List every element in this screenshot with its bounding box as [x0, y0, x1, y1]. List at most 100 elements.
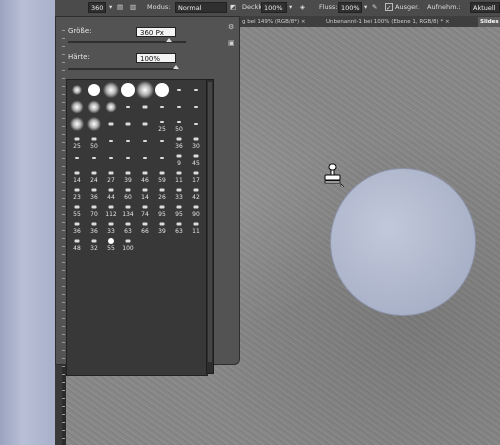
preset-scrollbar-thumb[interactable]: [208, 82, 212, 362]
airbrush-icon[interactable]: ✎: [372, 3, 377, 11]
brush-preset-item[interactable]: 46: [137, 167, 153, 184]
brush-preset-item[interactable]: 11: [171, 167, 187, 184]
hardness-field[interactable]: 100%: [136, 53, 176, 63]
brush-preset-item[interactable]: [103, 133, 119, 149]
brush-size-picker[interactable]: 360: [88, 2, 106, 13]
brush-preset-item[interactable]: [86, 99, 102, 115]
brush-preset-item[interactable]: [188, 116, 204, 132]
aligned-checkbox[interactable]: ✓ Ausger.: [385, 3, 419, 12]
brush-preset-item[interactable]: [120, 150, 136, 166]
brush-preset-item[interactable]: [120, 99, 136, 115]
brush-preset-item[interactable]: 44: [103, 184, 119, 201]
brush-preset-item[interactable]: 42: [188, 184, 204, 201]
brush-preset-item[interactable]: [103, 150, 119, 166]
brush-preset-item[interactable]: [136, 81, 154, 99]
brush-preset-item[interactable]: 50: [86, 133, 102, 150]
brush-preset-item[interactable]: 32: [86, 235, 102, 252]
flow-field[interactable]: 100%: [338, 2, 362, 13]
flow-dropdown-icon[interactable]: ▾: [364, 3, 367, 11]
brush-preset-item[interactable]: 100: [120, 235, 136, 252]
brush-preset-item[interactable]: 90: [188, 201, 204, 218]
brush-preset-item[interactable]: [86, 82, 102, 98]
brush-preset-item[interactable]: 25: [69, 133, 85, 150]
brush-preset-item[interactable]: [120, 133, 136, 149]
brush-preset-item[interactable]: [86, 150, 102, 166]
tablet-pressure-icon[interactable]: ◈: [300, 3, 305, 11]
brush-preset-item[interactable]: 74: [137, 201, 153, 218]
brush-preset-item[interactable]: [69, 99, 85, 115]
brush-preset-item[interactable]: 50: [171, 116, 187, 133]
brush-preset-item[interactable]: 66: [137, 218, 153, 235]
brush-preset-item[interactable]: [69, 116, 85, 132]
brush-preset-item[interactable]: [103, 82, 119, 98]
size-field[interactable]: 360 Px: [136, 27, 176, 37]
new-preset-icon[interactable]: ▣: [228, 39, 235, 47]
brush-preset-item[interactable]: 95: [171, 201, 187, 218]
brush-preset-item[interactable]: 25: [154, 116, 170, 133]
sample-select[interactable]: Aktuell: [470, 2, 500, 13]
brush-preset-item[interactable]: 27: [103, 167, 119, 184]
brush-preset-item[interactable]: [154, 133, 170, 149]
brush-preset-item[interactable]: [154, 150, 170, 166]
brush-preset-item[interactable]: [69, 150, 85, 166]
size-slider-knob[interactable]: [166, 38, 173, 42]
opacity-dropdown-icon[interactable]: ▾: [289, 3, 292, 11]
brush-preset-item[interactable]: [171, 99, 187, 115]
brush-preset-item[interactable]: 14: [69, 167, 85, 184]
brush-preset-item[interactable]: [86, 116, 102, 132]
brush-preset-item[interactable]: 95: [154, 201, 170, 218]
brush-preset-item[interactable]: 39: [154, 218, 170, 235]
brush-preset-item[interactable]: 33: [103, 218, 119, 235]
brush-preset-item[interactable]: [120, 82, 136, 98]
brush-preset-item[interactable]: 23: [69, 184, 85, 201]
brush-preset-item[interactable]: [103, 99, 119, 115]
brush-preset-item[interactable]: 63: [171, 218, 187, 235]
tab-unbenannt-1[interactable]: Unbenannt-1 bei 100% (Ebene 1, RGB/8) * …: [324, 17, 478, 27]
brush-preset-item[interactable]: 14: [137, 184, 153, 201]
brush-preset-item[interactable]: [137, 116, 153, 132]
brush-preset-item[interactable]: [154, 99, 170, 115]
brush-preset-item[interactable]: 134: [120, 201, 136, 218]
mode-select[interactable]: Normal: [175, 2, 227, 13]
brush-preset-list[interactable]: 25 50 25 50 36 30 9 45 14 24 27 39 46 59 11 17 23 36 44 60 1…: [66, 79, 208, 376]
brush-preset-item[interactable]: [120, 116, 136, 132]
brush-panel-toggle-icon[interactable]: ▾: [109, 3, 112, 11]
tool-settings-icon[interactable]: ▥: [130, 3, 136, 11]
brush-preset-item[interactable]: 45: [188, 150, 204, 167]
opacity-field[interactable]: 100%: [261, 2, 287, 13]
brush-preset-item[interactable]: 60: [120, 184, 136, 201]
brush-preset-item[interactable]: 9: [171, 150, 187, 167]
tab-document-1[interactable]: g bei 149% (RGB/8*) ×: [240, 17, 324, 27]
hardness-slider[interactable]: [68, 68, 176, 70]
brush-preset-item[interactable]: [171, 82, 187, 98]
brush-preset-item[interactable]: 112: [103, 201, 119, 218]
brush-preset-item[interactable]: [103, 116, 119, 132]
brush-preset-item[interactable]: 11: [188, 218, 204, 235]
brush-preset-item[interactable]: 33: [171, 184, 187, 201]
brush-preset-item[interactable]: [137, 99, 153, 115]
brush-preset-item[interactable]: [137, 133, 153, 149]
brush-preset-item[interactable]: 30: [188, 133, 204, 150]
brush-preset-item[interactable]: 36: [86, 218, 102, 235]
brush-preset-item[interactable]: 59: [154, 167, 170, 184]
clone-source-icon[interactable]: ▤: [117, 3, 123, 11]
brush-preset-item[interactable]: [188, 82, 204, 98]
brush-preset-item[interactable]: 70: [86, 201, 102, 218]
brush-preset-item[interactable]: 17: [188, 167, 204, 184]
brush-preset-item[interactable]: 36: [69, 218, 85, 235]
brush-preset-item[interactable]: [137, 150, 153, 166]
preset-scrollbar[interactable]: [206, 79, 214, 374]
tab-slides[interactable]: Slides: [478, 17, 500, 27]
opacity-pressure-icon[interactable]: ◩: [230, 3, 236, 11]
brush-preset-item[interactable]: 63: [120, 218, 136, 235]
brush-preset-item[interactable]: 36: [171, 133, 187, 150]
brush-preset-item[interactable]: [69, 82, 85, 98]
brush-preset-item[interactable]: 24: [86, 167, 102, 184]
brush-preset-item[interactable]: 55: [103, 235, 119, 252]
brush-preset-item[interactable]: [154, 82, 170, 98]
brush-preset-item[interactable]: 55: [69, 201, 85, 218]
brush-preset-item[interactable]: 48: [69, 235, 85, 252]
brush-preset-item[interactable]: 39: [120, 167, 136, 184]
hardness-slider-knob[interactable]: [173, 65, 179, 69]
brush-preset-item[interactable]: [188, 99, 204, 115]
